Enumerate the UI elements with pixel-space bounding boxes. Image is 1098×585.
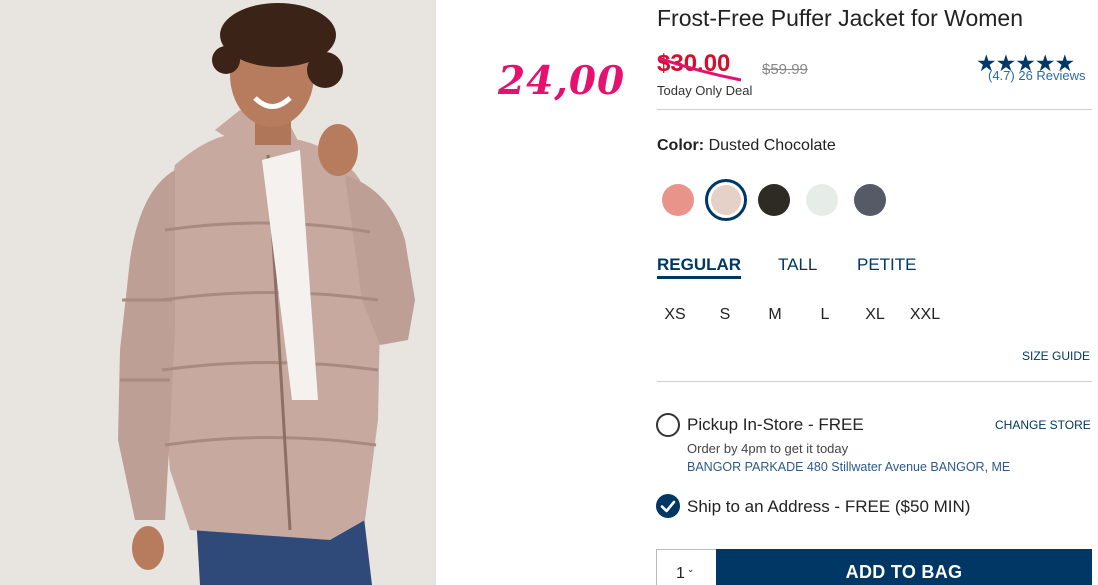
size-xxl[interactable]: XXL — [905, 306, 945, 324]
add-to-bag-button[interactable]: ADD TO BAG — [716, 549, 1092, 585]
swatch-coral[interactable] — [662, 184, 694, 216]
original-price: $59.99 — [762, 61, 808, 78]
pickup-radio[interactable] — [656, 413, 680, 437]
color-label-key: Color: — [657, 137, 705, 154]
deal-label: Today Only Deal — [657, 83, 753, 98]
handwritten-price-annotation: 24,00 — [498, 58, 626, 104]
size-xs[interactable]: XS — [655, 306, 695, 324]
reviews-link[interactable]: (4.7) 26 Reviews — [988, 68, 1086, 83]
swatch-white[interactable] — [806, 184, 838, 216]
price-strike-mark — [657, 56, 742, 82]
order-by-text: Order by 4pm to get it today — [687, 441, 849, 456]
quantity-value: 1 — [676, 565, 685, 582]
swatch-dusted-chocolate[interactable] — [705, 179, 747, 221]
checkmark-icon — [660, 500, 676, 513]
chevron-down-icon: ⌄ — [686, 564, 695, 574]
product-title: Frost-Free Puffer Jacket for Women — [657, 5, 1023, 31]
swatch-black[interactable] — [758, 184, 790, 216]
tab-tall[interactable]: TALL — [778, 255, 817, 275]
size-guide-link[interactable]: SIZE GUIDE — [1022, 349, 1090, 363]
size-s[interactable]: S — [705, 306, 745, 324]
ship-radio-checked[interactable] — [656, 494, 680, 518]
quantity-select[interactable]: 1 ⌄ — [656, 549, 716, 585]
ship-label[interactable]: Ship to an Address - FREE ($50 MIN) — [687, 497, 970, 517]
pickup-label[interactable]: Pickup In-Store - FREE — [687, 415, 864, 435]
swatch-charcoal[interactable] — [854, 184, 886, 216]
divider — [657, 381, 1092, 382]
color-label: Color: Dusted Chocolate — [657, 137, 836, 155]
color-value: Dusted Chocolate — [708, 137, 836, 154]
divider — [657, 109, 1092, 110]
product-image[interactable] — [0, 0, 436, 585]
size-xl[interactable]: XL — [855, 306, 895, 324]
change-store-link[interactable]: CHANGE STORE — [995, 418, 1091, 432]
tab-petite[interactable]: PETITE — [857, 255, 917, 275]
store-address: BANGOR PARKADE 480 Stillwater Avenue BAN… — [687, 460, 1011, 474]
tab-regular[interactable]: REGULAR — [657, 255, 742, 279]
size-m[interactable]: M — [755, 306, 795, 324]
size-l[interactable]: L — [805, 306, 845, 324]
